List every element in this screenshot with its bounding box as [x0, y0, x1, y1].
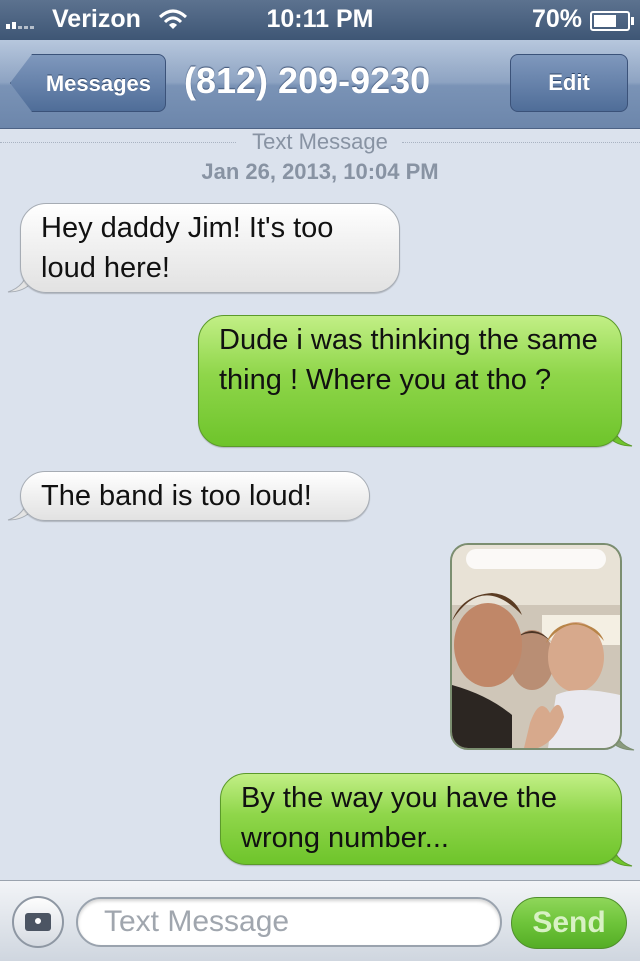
status-bar: Verizon 10:11 PM 70%: [0, 0, 640, 40]
photo-message[interactable]: [450, 543, 622, 750]
battery-icon: [590, 11, 634, 31]
message-composer: Text Message Send: [0, 880, 640, 961]
message-input[interactable]: Text Message: [76, 897, 502, 947]
conversation-title: (812) 209-9230: [184, 60, 431, 101]
edit-button[interactable]: Edit: [510, 54, 628, 112]
message-bubble-incoming[interactable]: The band is too loud!: [20, 471, 370, 521]
navigation-bar: Messages (812) 209-9230 Edit: [0, 40, 640, 129]
group-selfie-photo: [452, 545, 620, 748]
camera-icon[interactable]: [12, 896, 64, 948]
message-bubble-outgoing[interactable]: Dude i was thinking the same thing ! Whe…: [198, 315, 622, 447]
messages-back-button[interactable]: Messages: [10, 54, 166, 112]
message-bubble-outgoing[interactable]: By the way you have the wrong number...: [220, 773, 622, 865]
message-bubble-incoming[interactable]: Hey daddy Jim! It's too loud here!: [20, 203, 400, 293]
battery-percent: 70%: [531, 5, 582, 33]
send-button[interactable]: Send: [511, 897, 627, 949]
message-timestamp: Jan 26, 2013, 10:04 PM: [201, 159, 439, 184]
section-label: Text Message: [252, 129, 388, 154]
